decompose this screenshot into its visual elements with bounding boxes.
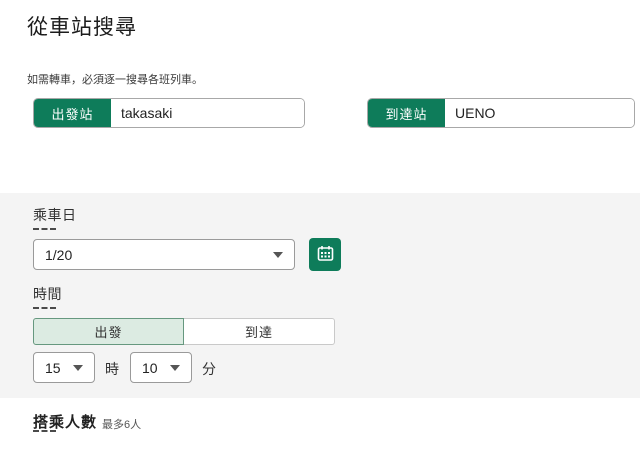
tab-arrival[interactable]: 到達 xyxy=(184,318,335,345)
arrival-station-field[interactable]: 到達站 UENO xyxy=(367,98,635,128)
hour-unit-label: 時 xyxy=(105,359,119,379)
boarding-date-select[interactable]: 1/20 xyxy=(33,239,295,270)
transfer-note: 如需轉車，必須逐一搜尋各班列車。 xyxy=(27,73,203,87)
dashed-underline xyxy=(33,307,56,309)
calendar-icon xyxy=(317,245,334,265)
time-label: 時間 xyxy=(33,284,62,304)
passenger-count-label: 搭乘人數 xyxy=(33,411,97,432)
departure-station-label: 出發站 xyxy=(34,99,111,127)
boarding-date-label: 乘車日 xyxy=(33,205,77,225)
hour-value: 15 xyxy=(45,360,61,376)
minute-select[interactable]: 10 xyxy=(130,352,192,383)
boarding-date-value: 1/20 xyxy=(45,247,72,263)
minute-unit-label: 分 xyxy=(202,359,216,379)
caret-down-icon xyxy=(73,365,83,371)
open-calendar-button[interactable] xyxy=(309,238,341,271)
page-title: 從車站搜尋 xyxy=(27,14,137,42)
minute-value: 10 xyxy=(142,360,158,376)
passenger-max-hint: 最多6人 xyxy=(102,416,141,432)
arrival-station-input[interactable]: UENO xyxy=(445,99,634,127)
search-options-panel: 乘車日 1/20 時間 xyxy=(0,193,640,398)
dashed-underline xyxy=(33,228,56,230)
departure-station-input[interactable]: takasaki xyxy=(111,99,304,127)
tab-departure[interactable]: 出發 xyxy=(33,318,184,345)
departure-station-field[interactable]: 出發站 takasaki xyxy=(33,98,305,128)
hour-select[interactable]: 15 xyxy=(33,352,95,383)
caret-down-icon xyxy=(273,252,283,258)
dashed-underline xyxy=(33,430,56,432)
caret-down-icon xyxy=(170,365,180,371)
time-mode-tabs: 出發 到達 xyxy=(33,318,335,345)
station-search-page: 從車站搜尋 如需轉車，必須逐一搜尋各班列車。 出發站 takasaki 到達站 … xyxy=(0,0,640,455)
arrival-station-label: 到達站 xyxy=(368,99,445,127)
